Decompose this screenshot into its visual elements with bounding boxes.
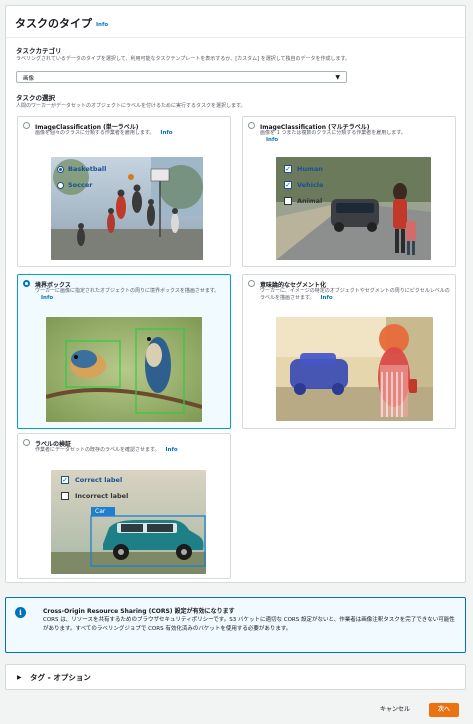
street-image: ✓ Human ✓ Vehicle Animal [276,157,431,260]
caret-right-icon: ▶ [17,674,22,681]
label-vehicle: Vehicle [297,181,324,189]
label-incorrect: Incorrect label [75,492,129,500]
tile-description: 画像を個々のクラスに分類する作業者を雇用します。 Info [35,130,225,137]
next-button[interactable]: 次へ [429,703,459,717]
section-info-link[interactable]: Info [96,22,108,28]
task-type-panel: タスクのタイプ Info タスクカテゴリ ラベリングされているデータのタイプを選択… [5,5,466,583]
radio-label-verification[interactable] [23,439,30,446]
label-animal: Animal [297,197,323,205]
radio-multi-label[interactable] [248,122,255,129]
tile-description-text: 作業者にデータセットの既存のラベルを確認させます。 [35,447,160,453]
basketball-image: Basketball Soccer [51,157,203,260]
tile-description-text: ワーカーに、イメージの特定のオブジェクトやセグメントの周りにピクセルレベルのラベ… [260,288,450,301]
unchecked-box-icon [61,492,69,500]
check-icon: ✓ [284,165,292,173]
panel-header: タスクのタイプ Info [6,6,465,38]
segmentation-image [276,317,433,421]
task-select-description: 人間のワーカーがデータセットのオブジェクトにラベルを付けるために実行するタスクを… [16,103,246,109]
tile-info-link[interactable]: Info [166,447,178,453]
tile-description: 画像を 1 つまたは複数のクラスに分類する作業者を雇用します。 Info [260,130,450,144]
tile-info-link[interactable]: Info [321,295,333,301]
radio-bounding-box[interactable] [23,280,30,287]
category-label: タスクカテゴリ [16,47,62,55]
label-soccer: Soccer [68,181,93,189]
cancel-button[interactable]: キャンセル [372,703,418,717]
page-title: タスクのタイプ Info [15,15,108,31]
label-correct: Correct label [75,476,123,484]
tile-description: ワーカーに、イメージの特定のオブジェクトやセグメントの周りにピクセルレベルのラベ… [260,288,450,302]
task-category-select[interactable]: 画像 ▼ [16,71,347,83]
birds-image [46,317,202,422]
label-basketball: Basketball [68,165,107,173]
tile-description-text: ワーカーに画像に指定されたオブジェクトの周りに境界ボックスを描画させます。 [35,288,220,294]
tile-image-classification-multi[interactable]: ImageClassification (マルチラベル) 画像を 1 つまたは複… [242,116,456,267]
task-category-value: 画像 [23,76,35,82]
tags-label: タグ - オプション [30,673,91,682]
task-select-label: タスクの選択 [16,94,55,102]
tile-description-text: 画像を個々のクラスに分類する作業者を雇用します。 [35,130,155,136]
check-icon: ✓ [61,476,69,484]
caret-down-icon: ▼ [335,74,340,81]
section-title-text: タスクのタイプ [15,17,92,30]
cors-info-alert: i Cross-Origin Resource Sharing (CORS) 設… [5,597,466,653]
tile-info-link[interactable]: Info [266,137,278,143]
soccer-radio-icon [57,182,64,189]
alert-title: Cross-Origin Resource Sharing (CORS) 設定が… [43,608,235,615]
tile-info-link[interactable]: Info [41,295,53,301]
radio-semantic-segmentation[interactable] [248,280,255,287]
tile-description: 作業者にデータセットの既存のラベルを確認させます。 Info [35,447,225,454]
check-icon: ✓ [284,181,292,189]
alert-body: CORS は、リソースを共有するためのブラウザセキュリティポリシーです。S3 バ… [43,617,455,632]
info-circle-icon: i [15,607,26,618]
tile-description-text: 画像を 1 つまたは複数のクラスに分類する作業者を雇用します。 [260,130,406,136]
radio-single-label[interactable] [23,122,30,129]
tile-semantic-segmentation[interactable]: 意味論的なセグメント化 ワーカーに、イメージの特定のオブジェクトやセグメントの周… [242,274,456,429]
tile-label-verification[interactable]: ラベルの検証 作業者にデータセットの既存のラベルを確認させます。 Info ✓ … [17,433,231,579]
tile-info-link[interactable]: Info [160,130,172,136]
label-human: Human [297,165,323,173]
category-description: ラベリングされているデータのタイプを選択して、利用可能なタスクテンプレートを表示… [16,56,351,62]
tile-image-classification-single[interactable]: ImageClassification (単一ラベル) 画像を個々のクラスに分類… [17,116,231,267]
car-image: ✓ Correct label Incorrect label Car [51,470,206,574]
tile-bounding-box[interactable]: 境界ボックス ワーカーに画像に指定されたオブジェクトの周りに境界ボックスを描画さ… [17,274,231,429]
tags-expander[interactable]: ▶ タグ - オプション [5,664,466,690]
label-car: Car [95,508,106,515]
basketball-radio-icon [57,166,64,173]
tile-description: ワーカーに画像に指定されたオブジェクトの周りに境界ボックスを描画させます。Inf… [35,288,225,302]
unchecked-box-icon [284,197,292,205]
